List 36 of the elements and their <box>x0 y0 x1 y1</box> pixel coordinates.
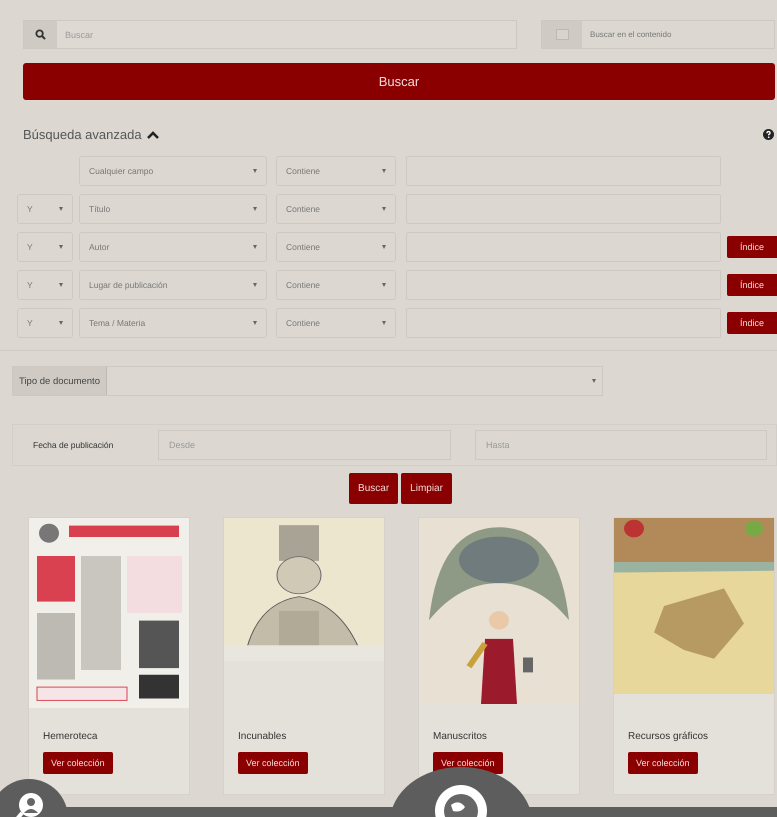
search-button[interactable]: Buscar <box>23 63 775 100</box>
search-button[interactable]: Buscar <box>349 473 398 504</box>
content-search-label: Buscar en el contenido <box>589 30 672 39</box>
checkbox[interactable] <box>556 29 568 40</box>
condition-select[interactable]: Contiene <box>276 270 396 300</box>
view-collection-button[interactable]: Ver colección <box>238 752 308 774</box>
condition-select[interactable]: Contiene <box>276 156 396 186</box>
collection-title: Hemeroteca <box>43 731 98 742</box>
field-select[interactable]: Título <box>79 194 267 224</box>
clear-button[interactable]: Limpiar <box>401 473 452 504</box>
index-button[interactable]: Índice <box>727 236 777 258</box>
date-to-field[interactable]: Hasta <box>475 430 767 460</box>
condition-select[interactable]: Contiene <box>276 308 396 338</box>
collection-title: Recursos gráficos <box>628 731 710 742</box>
help-icon[interactable] <box>763 129 774 140</box>
index-button[interactable]: Índice <box>727 274 777 296</box>
view-collection-button[interactable]: Ver colección <box>43 752 113 774</box>
operator-select[interactable]: Y <box>17 194 73 224</box>
collection-title: Incunables <box>238 731 288 742</box>
view-collection-button[interactable]: Ver colección <box>628 752 698 774</box>
field-select[interactable]: Tema / Materia <box>79 308 267 338</box>
date-from-field[interactable]: Desde <box>158 430 451 460</box>
field-select[interactable]: Autor <box>79 232 267 262</box>
operator-select[interactable]: Y <box>17 308 73 338</box>
condition-select[interactable]: Contiene <box>276 232 396 262</box>
operator-select[interactable]: Y <box>17 270 73 300</box>
operator-select[interactable]: Y <box>17 232 73 262</box>
condition-select[interactable]: Contiene <box>276 194 396 224</box>
search-icon <box>35 29 46 40</box>
field-select[interactable]: Lugar de publicación <box>79 270 267 300</box>
index-button[interactable]: Índice <box>727 312 777 334</box>
date-label: Fecha de publicación <box>33 440 114 450</box>
field-select[interactable]: Cualquier campo <box>79 156 267 186</box>
document-type-select[interactable]: Tipo de documento <box>12 366 603 396</box>
collection-title: Manuscritos <box>433 731 488 742</box>
advanced-search-toggle[interactable]: Búsqueda avanzada <box>23 127 159 142</box>
